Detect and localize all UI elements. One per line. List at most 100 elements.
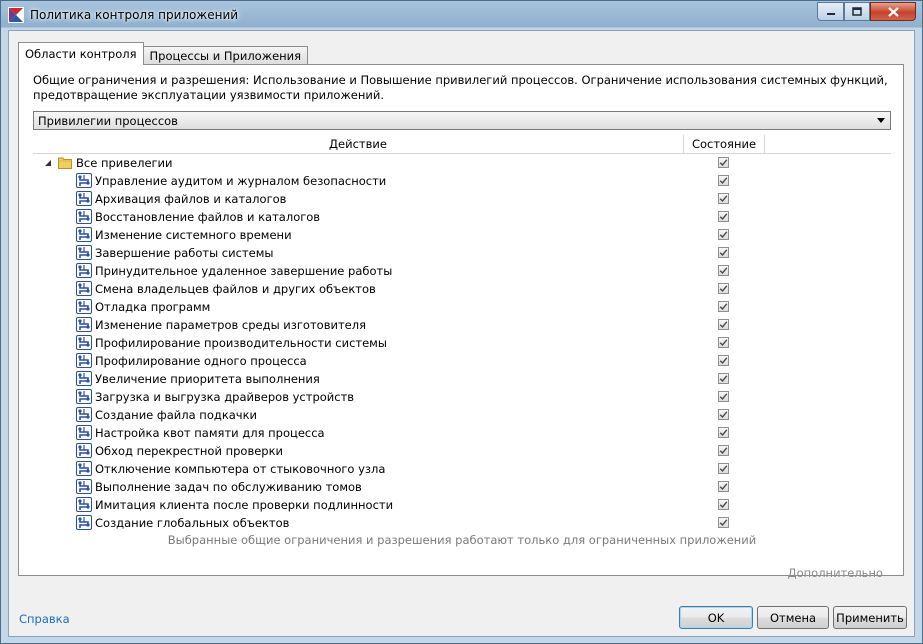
checkmark-icon [719, 465, 728, 473]
folder-icon [58, 157, 72, 169]
ok-button[interactable]: OK [679, 606, 753, 629]
state-checkbox[interactable] [718, 265, 729, 276]
state-checkbox[interactable] [718, 283, 729, 294]
privilege-label: Смена владельцев файлов и других объекто… [95, 282, 376, 296]
privilege-row[interactable]: Имитация клиента после проверки подлинно… [33, 496, 891, 514]
category-dropdown[interactable]: Привилегии процессов [33, 111, 891, 130]
privilege-row[interactable]: Выполнение задач по обслуживанию томов [33, 478, 891, 496]
privilege-row[interactable]: Обход перекрестной проверки [33, 442, 891, 460]
privilege-label: Профилирование одного процесса [95, 354, 307, 368]
privilege-row[interactable]: Загрузка и выгрузка драйверов устройств [33, 388, 891, 406]
checkmark-icon [719, 429, 728, 437]
privilege-label: Изменение системного времени [95, 228, 292, 242]
privilege-row[interactable]: Настройка квот памяти для процесса [33, 424, 891, 442]
checkmark-icon [719, 159, 728, 167]
dropdown-value: Привилегии процессов [38, 113, 178, 128]
state-checkbox[interactable] [718, 517, 729, 528]
tab-control-areas[interactable]: Области контроля [18, 42, 144, 65]
apply-button[interactable]: Применить [833, 606, 907, 629]
checkmark-icon [719, 195, 728, 203]
grid-header: Действие Состояние [33, 135, 891, 154]
state-checkbox[interactable] [718, 481, 729, 492]
state-checkbox[interactable] [718, 391, 729, 402]
checkmark-icon [719, 213, 728, 221]
footer-note: Выбранные общие ограничения и разрешения… [167, 533, 757, 547]
state-checkbox[interactable] [718, 229, 729, 240]
state-checkbox[interactable] [718, 499, 729, 510]
maximize-icon [852, 7, 862, 16]
privilege-row[interactable]: Архивация файлов и каталогов [33, 190, 891, 208]
close-button[interactable] [870, 2, 916, 21]
state-checkbox[interactable] [718, 193, 729, 204]
privilege-row[interactable]: Профилирование производительности систем… [33, 334, 891, 352]
checkmark-icon [719, 303, 728, 311]
state-checkbox[interactable] [718, 355, 729, 366]
app-icon [8, 7, 24, 23]
title-bar[interactable]: Политика контроля приложений [1, 1, 922, 29]
column-header-action[interactable]: Действие [33, 135, 684, 153]
privilege-row[interactable]: Создание глобальных объектов [33, 514, 891, 532]
privilege-row[interactable]: Принудительное удаленное завершение рабо… [33, 262, 891, 280]
privilege-label: Создание глобальных объектов [95, 516, 290, 530]
privilege-label: Имитация клиента после проверки подлинно… [95, 498, 394, 512]
checkmark-icon [719, 177, 728, 185]
privilege-row[interactable]: Изменение системного времени [33, 226, 891, 244]
window-title: Политика контроля приложений [30, 8, 239, 22]
state-checkbox[interactable] [718, 427, 729, 438]
checkmark-icon [719, 321, 728, 329]
checkmark-icon [719, 285, 728, 293]
expand-triangle-icon[interactable] [45, 160, 51, 166]
privilege-icon [76, 515, 93, 534]
tab-processes-applications[interactable]: Процессы и Приложения [142, 46, 309, 65]
state-checkbox[interactable] [718, 247, 729, 258]
state-checkbox[interactable] [718, 211, 729, 222]
privilege-label: Завершение работы системы [95, 246, 274, 260]
checkmark-icon [719, 501, 728, 509]
state-checkbox[interactable] [718, 373, 729, 384]
privilege-row[interactable]: Увеличение приоритета выполнения [33, 370, 891, 388]
checkmark-icon [719, 393, 728, 401]
privileges-grid: Действие Состояние Все привелегии Управл… [33, 135, 891, 569]
tree-root-label: Все привелегии [76, 156, 173, 170]
state-checkbox[interactable] [718, 157, 729, 168]
advanced-link[interactable]: Дополнительно [788, 566, 883, 580]
privilege-row[interactable]: Смена владельцев файлов и других объекто… [33, 280, 891, 298]
privilege-row[interactable]: Восстановление файлов и каталогов [33, 208, 891, 226]
checkmark-icon [719, 447, 728, 455]
column-header-filler [765, 135, 891, 153]
privilege-label: Выполнение задач по обслуживанию томов [95, 480, 362, 494]
privilege-label: Профилирование производительности систем… [95, 336, 387, 350]
cancel-button[interactable]: Отмена [757, 606, 829, 629]
state-checkbox[interactable] [718, 445, 729, 456]
state-checkbox[interactable] [718, 463, 729, 474]
tree-root-row[interactable]: Все привелегии [33, 154, 891, 172]
privilege-row[interactable]: Отключение компьютера от стыковочного уз… [33, 460, 891, 478]
state-checkbox[interactable] [718, 409, 729, 420]
privilege-label: Обход перекрестной проверки [95, 444, 284, 458]
description-text: Общие ограничения и разрешения: Использо… [33, 73, 888, 102]
tab-panel: Общие ограничения и разрешения: Использо… [18, 64, 904, 576]
close-icon [887, 6, 899, 17]
maximize-button[interactable] [844, 2, 870, 21]
privilege-label: Архивация файлов и каталогов [95, 192, 287, 206]
privilege-label: Управление аудитом и журналом безопаснос… [95, 174, 387, 188]
privilege-row[interactable]: Управление аудитом и журналом безопаснос… [33, 172, 891, 190]
column-header-state[interactable]: Состояние [684, 135, 765, 153]
state-checkbox[interactable] [718, 301, 729, 312]
state-checkbox[interactable] [718, 319, 729, 330]
checkmark-icon [719, 411, 728, 419]
state-checkbox[interactable] [718, 175, 729, 186]
privilege-label: Увеличение приоритета выполнения [95, 372, 320, 386]
checkmark-icon [719, 267, 728, 275]
privilege-row[interactable]: Отладка программ [33, 298, 891, 316]
privilege-row[interactable]: Завершение работы системы [33, 244, 891, 262]
state-checkbox[interactable] [718, 337, 729, 348]
privilege-label: Принудительное удаленное завершение рабо… [95, 264, 393, 278]
checkmark-icon [719, 339, 728, 347]
privilege-row[interactable]: Изменение параметров среды изготовителя [33, 316, 891, 334]
privilege-row[interactable]: Создание файла подкачки [33, 406, 891, 424]
minimize-button[interactable] [817, 2, 844, 21]
checkmark-icon [719, 231, 728, 239]
privilege-row[interactable]: Профилирование одного процесса [33, 352, 891, 370]
help-link[interactable]: Справка [19, 612, 70, 626]
